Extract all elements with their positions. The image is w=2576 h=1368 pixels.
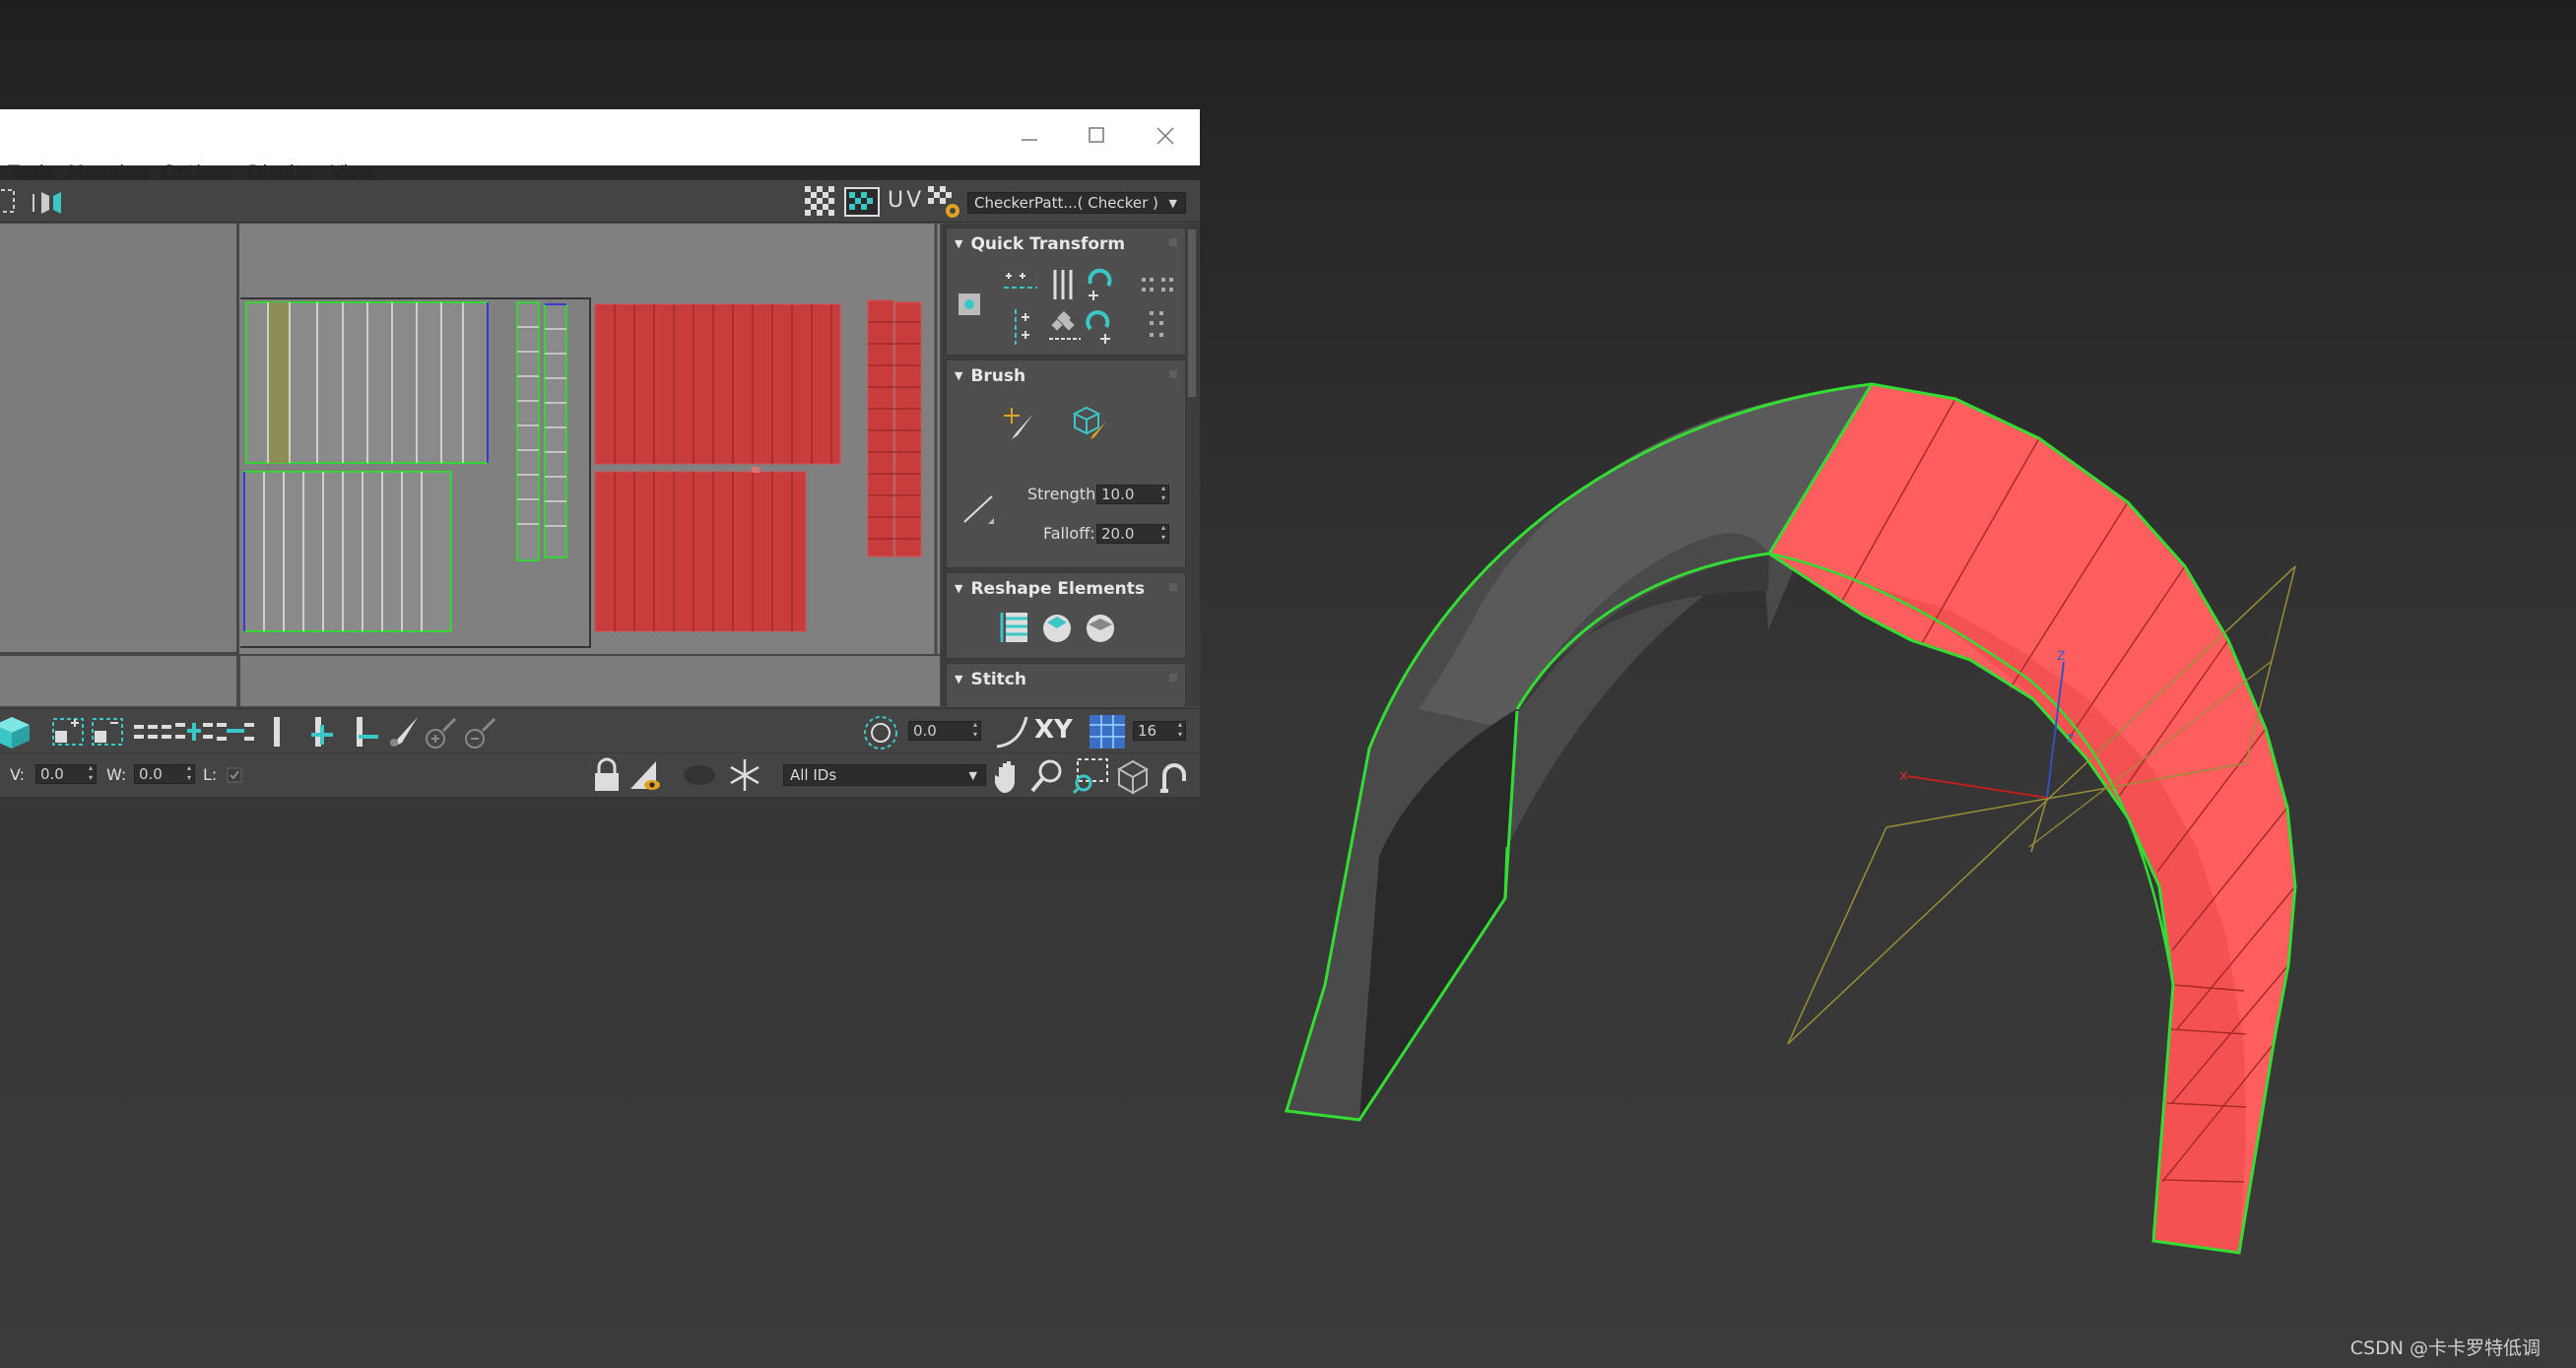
watermark: CSDN @卡卡罗特低调	[2349, 1337, 2541, 1359]
gizmo-x-label: x	[1899, 766, 1908, 784]
arch-unselected-half[interactable]	[1285, 382, 1873, 1122]
gizmo-z-label-2: z	[2067, 731, 2074, 747]
arch-selected-half[interactable]	[1766, 382, 2297, 1255]
gizmo-z-label: z	[2057, 645, 2065, 664]
viewport-3d[interactable]: z z x	[0, 0, 2576, 1368]
